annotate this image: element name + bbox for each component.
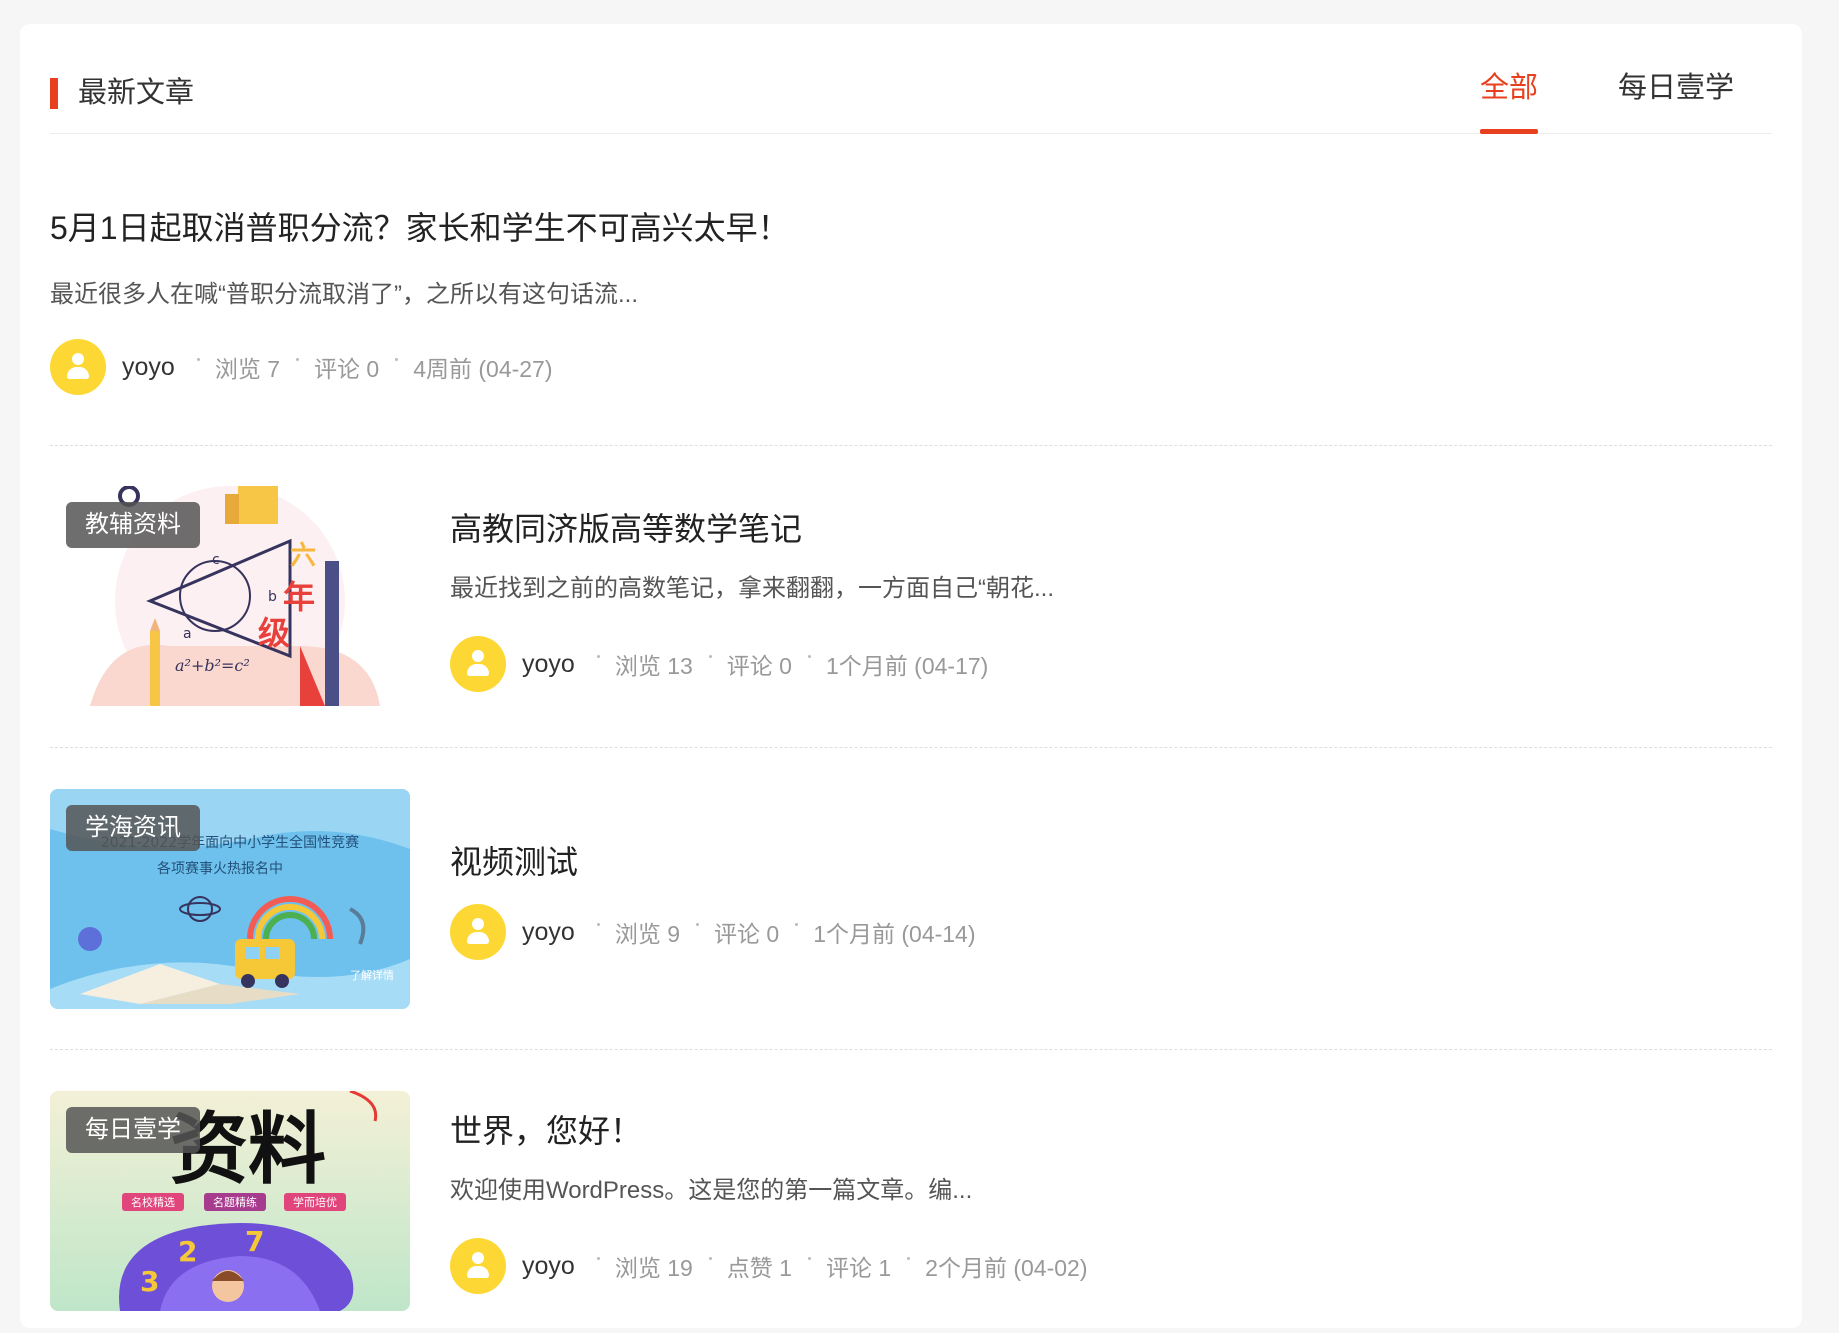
- section-accent-bar: [50, 78, 58, 109]
- post-item: 5月1日起取消普职分流？家长和学生不可高兴太早！ 最近很多人在喊“普职分流取消了…: [50, 134, 1772, 446]
- post-author[interactable]: yoyo: [122, 353, 175, 382]
- post-date: 1个月前 (04-17): [807, 647, 988, 681]
- post-date: 2个月前 (04-02): [907, 1249, 1088, 1283]
- post-title[interactable]: 世界，您好！: [450, 1109, 642, 1153]
- category-tabs: 全部 每日壹学: [1400, 68, 1734, 134]
- svg-text:级: 级: [258, 614, 290, 652]
- comments-count: 评论 0: [708, 647, 792, 681]
- likes-count: 点赞 1: [708, 1249, 792, 1283]
- svg-text:c: c: [212, 552, 220, 568]
- post-date: 1个月前 (04-14): [795, 915, 976, 949]
- category-badge[interactable]: 学海资讯: [66, 805, 200, 851]
- svg-text:名校精选: 名校精选: [131, 1195, 175, 1209]
- post-title[interactable]: 5月1日起取消普职分流？家长和学生不可高兴太早！: [50, 206, 790, 250]
- post-meta: yoyo 浏览 7 评论 0 4周前 (04-27): [50, 339, 553, 395]
- section-header: 最新文章 全部 每日壹学: [50, 24, 1772, 134]
- comments-count: 评论 0: [696, 915, 779, 949]
- category-badge[interactable]: 每日壹学: [66, 1107, 200, 1153]
- category-badge[interactable]: 教辅资料: [66, 502, 200, 548]
- views-count: 浏览 13: [596, 647, 693, 681]
- post-item: 资料 名校精选 名题精练 学而培优 3 2 7 每日壹学 世界，您好！ 欢迎使用…: [50, 1049, 1772, 1328]
- tab-daily-study[interactable]: 每日壹学: [1618, 68, 1734, 133]
- svg-text:各项赛事火热报名中: 各项赛事火热报名中: [157, 861, 283, 877]
- avatar[interactable]: [450, 636, 506, 692]
- views-count: 浏览 9: [596, 915, 680, 949]
- post-meta: yoyo 浏览 13 评论 0 1个月前 (04-17): [450, 636, 988, 692]
- avatar[interactable]: [450, 1238, 506, 1294]
- svg-text:了解详情: 了解详情: [350, 968, 394, 982]
- post-thumbnail[interactable]: 2021-2022学年面向中小学生全国性竞赛 各项赛事火热报名中 了解详情 学海…: [50, 789, 410, 1009]
- post-item: c b a a²+b²=c² 六 年 级 教辅资料 高教同济版高等数学笔记 最近…: [50, 445, 1772, 748]
- post-title[interactable]: 高教同济版高等数学笔记: [450, 507, 802, 551]
- tab-all[interactable]: 全部: [1479, 68, 1538, 134]
- post-title[interactable]: 视频测试: [450, 840, 578, 884]
- post-thumbnail[interactable]: c b a a²+b²=c² 六 年 级 教辅资料: [50, 486, 410, 706]
- section-title: 最新文章: [78, 77, 195, 109]
- post-author[interactable]: yoyo: [522, 650, 575, 679]
- post-meta: yoyo 浏览 19 点赞 1 评论 1 2个月前 (04-02): [450, 1238, 1088, 1294]
- svg-text:7: 7: [245, 1225, 264, 1258]
- views-count: 浏览 7: [196, 350, 280, 384]
- post-meta: yoyo 浏览 9 评论 0 1个月前 (04-14): [450, 904, 976, 960]
- post-thumbnail[interactable]: 资料 名校精选 名题精练 学而培优 3 2 7 每日壹学: [50, 1091, 410, 1311]
- comments-count: 评论 1: [807, 1249, 891, 1283]
- avatar[interactable]: [50, 339, 106, 395]
- comments-count: 评论 0: [296, 350, 379, 384]
- post-excerpt: 欢迎使用WordPress。这是您的第一篇文章。编...: [450, 1177, 973, 1204]
- svg-text:2: 2: [178, 1235, 197, 1268]
- svg-text:六: 六: [290, 541, 316, 571]
- svg-text:年: 年: [283, 578, 315, 616]
- views-count: 浏览 19: [596, 1249, 693, 1283]
- svg-text:b: b: [268, 589, 277, 605]
- svg-text:名题精练: 名题精练: [213, 1195, 257, 1209]
- post-date: 4周前 (04-27): [395, 350, 553, 384]
- avatar[interactable]: [450, 904, 506, 960]
- svg-text:3: 3: [140, 1265, 159, 1298]
- post-excerpt: 最近找到之前的高数笔记，拿来翻翻，一方面自己“朝花...: [450, 575, 1054, 602]
- svg-text:a²+b²=c²: a²+b²=c²: [175, 656, 250, 675]
- latest-posts-panel: 最新文章 全部 每日壹学 5月1日起取消普职分流？家长和学生不可高兴太早！ 最近…: [20, 24, 1802, 1328]
- post-excerpt: 最近很多人在喊“普职分流取消了”，之所以有这句话流...: [50, 281, 638, 308]
- svg-text:学而培优: 学而培优: [293, 1195, 337, 1209]
- post-author[interactable]: yoyo: [522, 1252, 575, 1281]
- post-item: 2021-2022学年面向中小学生全国性竞赛 各项赛事火热报名中 了解详情 学海…: [50, 747, 1772, 1050]
- svg-text:a: a: [183, 626, 192, 642]
- post-author[interactable]: yoyo: [522, 918, 575, 947]
